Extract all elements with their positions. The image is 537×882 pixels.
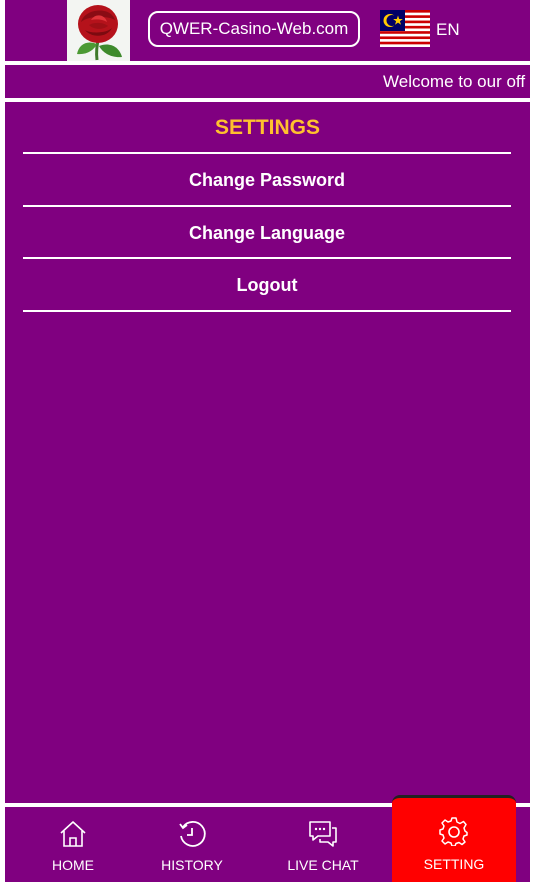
language-code[interactable]: EN [436, 20, 460, 40]
logout-button[interactable]: Logout [23, 261, 511, 309]
change-language-button[interactable]: Change Language [23, 209, 511, 257]
nav-history[interactable]: HISTORY [137, 807, 247, 882]
home-icon [60, 821, 86, 847]
rose-logo[interactable] [67, 0, 130, 61]
rose-logo-icon [67, 0, 130, 61]
site-name-badge[interactable]: QWER-Casino-Web.com [148, 11, 360, 47]
gear-icon [439, 817, 468, 846]
divider [23, 205, 511, 207]
malaysia-flag-icon[interactable] [380, 10, 430, 47]
nav-home-label: HOME [52, 857, 94, 873]
header-bar: QWER-Casino-Web.com EN [5, 0, 530, 61]
app-root: QWER-Casino-Web.com EN Welcome to our of… [0, 0, 537, 882]
divider [23, 152, 511, 154]
nav-history-label: HISTORY [161, 857, 223, 873]
divider [23, 310, 511, 312]
nav-live-chat[interactable]: LIVE CHAT [268, 807, 378, 882]
change-password-button[interactable]: Change Password [23, 156, 511, 204]
marquee-text: Welcome to our off [383, 72, 526, 91]
nav-home[interactable]: HOME [18, 807, 128, 882]
settings-panel: SETTINGS Change Password Change Language… [5, 102, 530, 803]
history-icon [179, 821, 206, 847]
page-title: SETTINGS [214, 116, 320, 139]
nav-setting[interactable]: SETTING [392, 795, 516, 882]
chat-icon [309, 821, 337, 847]
announcement-marquee: Welcome to our off [5, 65, 530, 98]
nav-setting-label: SETTING [423, 856, 485, 872]
nav-live-chat-label: LIVE CHAT [287, 857, 359, 873]
divider [23, 257, 511, 259]
